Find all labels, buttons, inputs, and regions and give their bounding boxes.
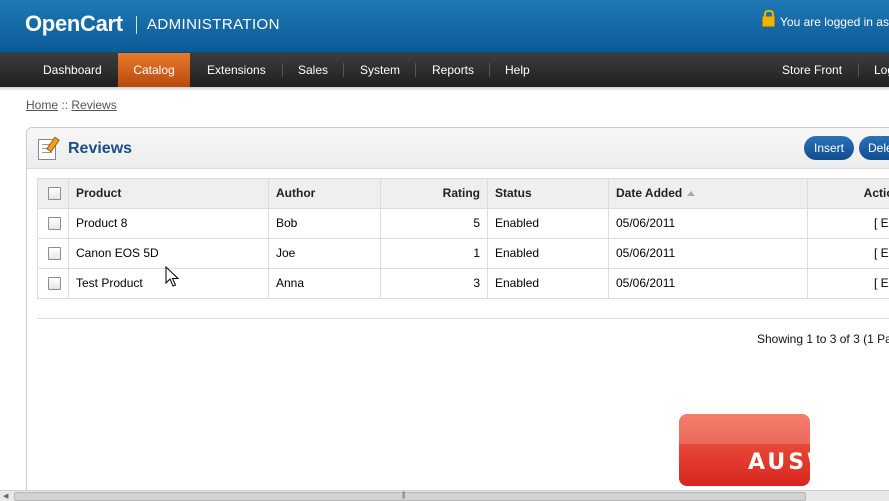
cell-date-added: 05/06/2011 <box>609 209 808 238</box>
horizontal-scrollbar[interactable]: ◀ ||| <box>0 490 889 501</box>
sort-asc-icon <box>687 191 696 196</box>
menu-item-logout[interactable]: Logout <box>874 53 889 87</box>
menu-item-sales[interactable]: Sales <box>298 53 328 87</box>
cell-date-added: 05/06/2011 <box>609 239 808 268</box>
column-header-status[interactable]: Status <box>488 179 609 208</box>
cell-product: Product 8 <box>69 209 269 238</box>
row-checkbox[interactable] <box>48 277 61 290</box>
menu-item-catalog[interactable]: Catalog <box>118 53 190 87</box>
main-menu: Dashboard Catalog Extensions Sales Syste… <box>0 53 889 87</box>
select-all-checkbox[interactable] <box>48 187 61 200</box>
scrollbar-grip-icon: ||| <box>402 492 406 499</box>
column-header-date-added[interactable]: Date Added <box>609 179 808 208</box>
admin-label: ADMINISTRATION <box>147 16 280 33</box>
table-header-row: Product Author Rating Status Date Added … <box>38 179 889 209</box>
menu-item-system[interactable]: System <box>360 53 400 87</box>
cell-date-added: 05/06/2011 <box>609 269 808 298</box>
page-title: Reviews <box>68 140 133 157</box>
cell-rating: 1 <box>381 239 488 268</box>
login-status: You are logged in as <box>762 10 889 29</box>
review-pencil-icon <box>38 139 56 160</box>
pagination-results: Showing 1 to 3 of 3 (1 Pages) <box>757 332 889 346</box>
row-select-cell <box>38 239 69 268</box>
cell-author: Joe <box>269 239 381 268</box>
cell-product: Canon EOS 5D <box>69 239 269 268</box>
pagination-divider <box>37 318 889 319</box>
cell-rating: 5 <box>381 209 488 238</box>
cell-action: [ Edit ] <box>808 239 889 268</box>
select-all-cell <box>38 179 69 208</box>
menu-item-store-front[interactable]: Store Front <box>782 53 842 87</box>
menu-shadow <box>0 87 889 91</box>
date-added-label: Date Added <box>616 186 683 200</box>
cell-status: Enabled <box>488 269 609 298</box>
lock-icon <box>762 10 775 27</box>
row-checkbox[interactable] <box>48 217 61 230</box>
table-row: Canon EOS 5D Joe 1 Enabled 05/06/2011 [ … <box>38 239 889 269</box>
cell-author: Anna <box>269 269 381 298</box>
table-row: Product 8 Bob 5 Enabled 05/06/2011 [ Edi… <box>38 209 889 239</box>
column-header-rating[interactable]: Rating <box>381 179 488 208</box>
cell-status: Enabled <box>488 239 609 268</box>
menu-item-extensions[interactable]: Extensions <box>207 53 266 87</box>
column-header-author[interactable]: Author <box>269 179 381 208</box>
breadcrumb-separator: :: <box>61 98 69 112</box>
row-select-cell <box>38 209 69 238</box>
menu-divider <box>415 63 416 77</box>
menu-divider <box>489 63 490 77</box>
edit-link[interactable]: [ Edit ] <box>874 246 889 260</box>
menu-divider <box>858 63 859 77</box>
cell-action: [ Edit ] <box>808 269 889 298</box>
menu-item-dashboard[interactable]: Dashboard <box>43 53 102 87</box>
panel-heading: Reviews Insert Delete <box>27 128 889 169</box>
cell-status: Enabled <box>488 209 609 238</box>
scroll-left-arrow-icon[interactable]: ◀ <box>3 492 8 500</box>
cell-rating: 3 <box>381 269 488 298</box>
breadcrumb-reviews-link[interactable]: Reviews <box>71 98 116 112</box>
cell-action: [ Edit ] <box>808 209 889 238</box>
menu-item-reports[interactable]: Reports <box>432 53 474 87</box>
column-header-action: Action <box>863 186 889 200</box>
login-text: You are logged in as <box>780 15 889 29</box>
menu-divider <box>343 63 344 77</box>
logo-separator <box>136 16 137 34</box>
menu-item-help[interactable]: Help <box>505 53 530 87</box>
row-select-cell <box>38 269 69 298</box>
insert-button[interactable]: Insert <box>804 136 854 160</box>
row-checkbox[interactable] <box>48 247 61 260</box>
breadcrumb: Home :: Reviews <box>26 98 117 112</box>
header-bar: OpenCart ADMINISTRATION You are logged i… <box>0 0 889 53</box>
delete-button[interactable]: Delete <box>859 136 889 160</box>
cell-author: Bob <box>269 209 381 238</box>
opencart-logo[interactable]: OpenCart <box>25 11 123 37</box>
ausweb-watermark-text: AUSWEB <box>748 450 873 475</box>
menu-divider <box>282 63 283 77</box>
breadcrumb-home-link[interactable]: Home <box>26 98 58 112</box>
edit-link[interactable]: [ Edit ] <box>874 216 889 230</box>
column-header-product[interactable]: Product <box>69 179 269 208</box>
edit-link[interactable]: [ Edit ] <box>874 276 889 290</box>
